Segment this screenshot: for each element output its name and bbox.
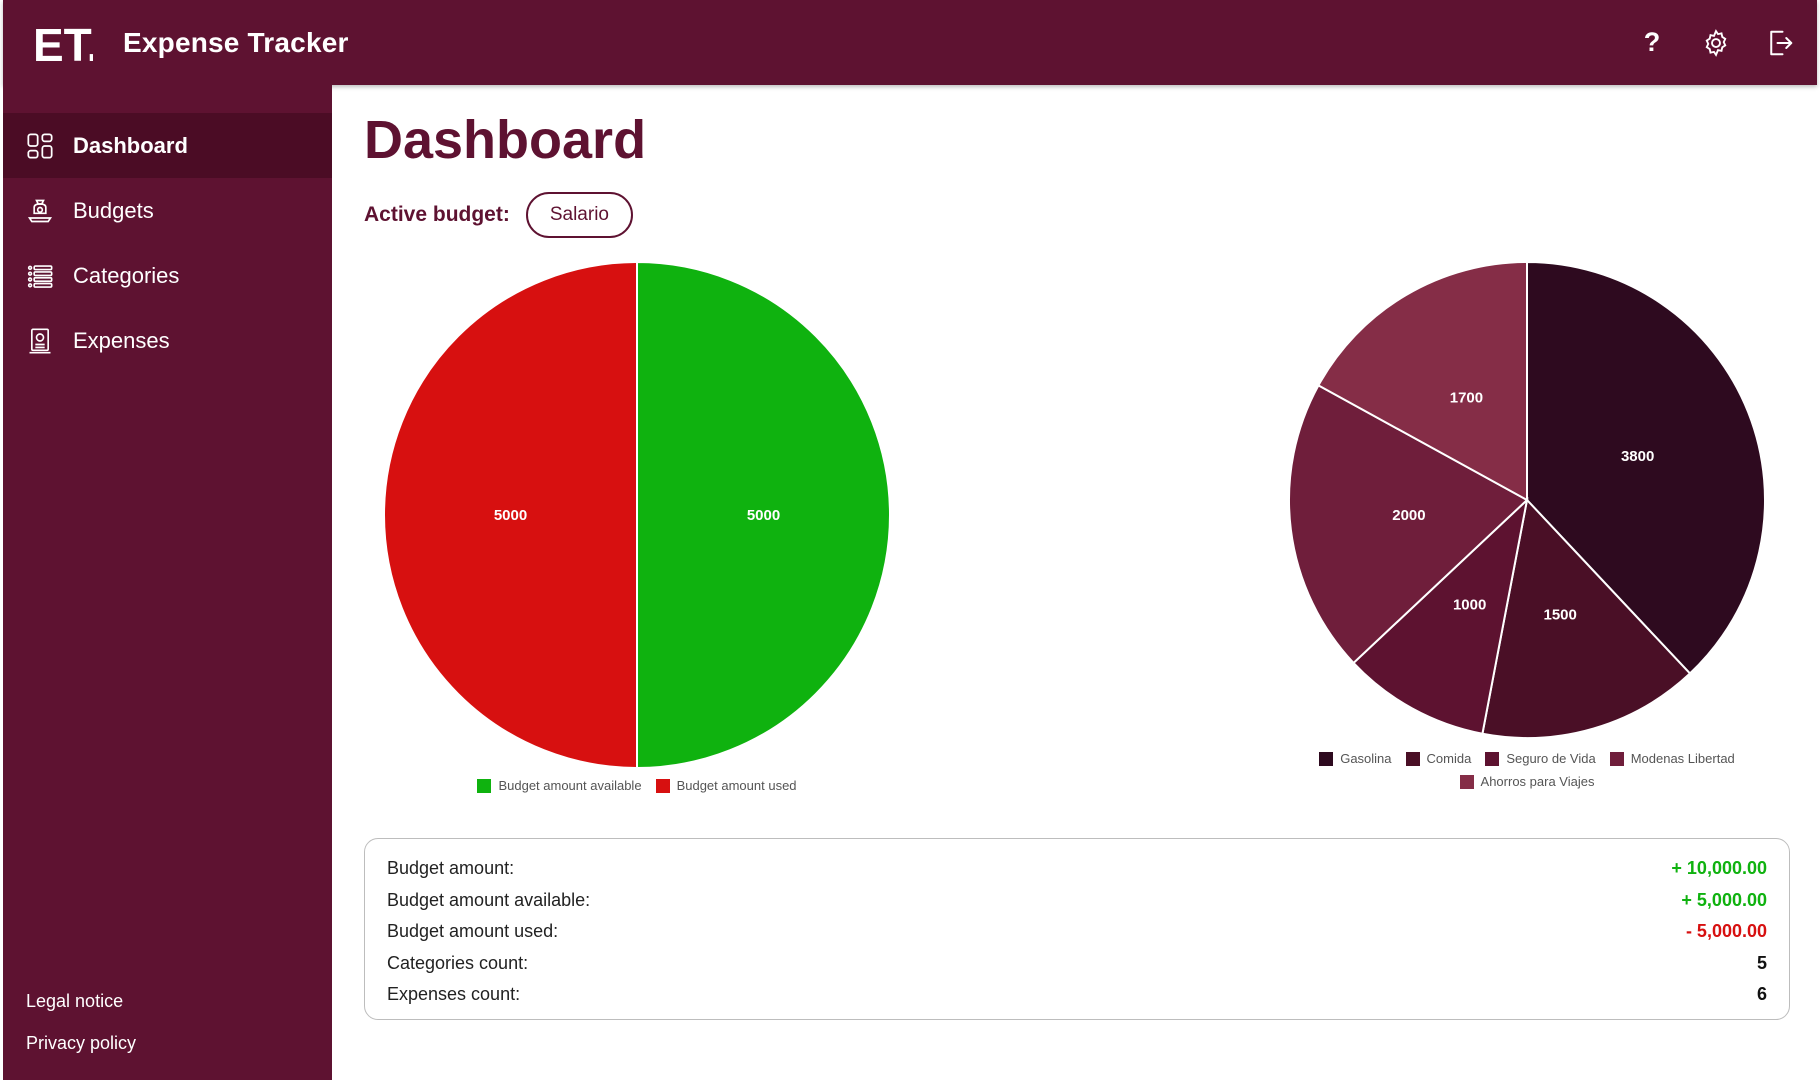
budget-pie-svg: 5000 5000 <box>383 260 891 770</box>
legend-item[interactable]: Budget amount used <box>655 778 797 793</box>
sidebar-item-label: Budgets <box>73 197 154 223</box>
legend-item[interactable]: Modenas Libertad <box>1609 751 1735 766</box>
budget-summary-panel: Budget amount: + 10,000.00 Budget amount a… <box>364 838 1790 1020</box>
legend-item[interactable]: Ahorros para Viajes <box>1459 774 1595 789</box>
pie-slice-label: 5000 <box>747 507 780 524</box>
summary-row: Categories count: 5 <box>387 948 1767 980</box>
legend-label: Modenas Libertad <box>1630 751 1735 766</box>
summary-value: 5 <box>1756 952 1767 973</box>
sidebar-item-dashboard[interactable]: Dashboard <box>3 113 332 178</box>
logout-icon <box>1770 30 1793 55</box>
summary-row: Budget amount used: - 5,000.00 <box>387 916 1767 948</box>
legend-label: Ahorros para Viajes <box>1480 774 1595 789</box>
sidebar-nav: Dashboard Budgets Categories Expenses <box>3 113 332 373</box>
pie-slice-label: 5000 <box>494 507 527 524</box>
summary-value: - 5,000.00 <box>1685 921 1767 942</box>
summary-row: Budget amount available: + 5,000.00 <box>387 885 1767 917</box>
logo-text: ET. <box>33 19 93 67</box>
legend-item[interactable]: Gasolina <box>1319 751 1392 766</box>
gear-icon <box>1705 28 1727 57</box>
help-icon: ? <box>1643 27 1661 57</box>
legend-swatch <box>477 778 492 793</box>
app-title: Expense Tracker <box>123 26 349 58</box>
sidebar-item-expenses[interactable]: Expenses <box>3 308 332 373</box>
legend-swatch <box>1459 774 1474 789</box>
pie-slice-label: 2000 <box>1392 507 1425 524</box>
legal-notice-link[interactable]: Legal notice <box>26 980 136 1022</box>
category-pie-chart: 3800 1500 1000 2000 1700 <box>1282 260 1772 750</box>
legend-item[interactable]: Budget amount available <box>477 778 642 793</box>
pie-slice-label: 1700 <box>1450 390 1483 407</box>
legend-label: Gasolina <box>1340 751 1392 766</box>
active-budget-select[interactable]: Salario <box>525 192 633 238</box>
top-bar: ET. Expense Tracker ? <box>3 0 1817 85</box>
page-title: Dashboard <box>364 110 647 170</box>
logo-mark: ET. <box>33 19 93 67</box>
list-icon <box>25 261 55 291</box>
legend-label: Budget amount available <box>498 778 642 793</box>
app-logo[interactable]: ET. <box>33 18 93 68</box>
summary-row: Expenses count: 6 <box>387 979 1767 1011</box>
category-pie-svg: 3800 1500 1000 2000 1700 <box>1288 260 1766 739</box>
pie-slice-label: 3800 <box>1621 448 1654 465</box>
legend-item[interactable]: Seguro de Vida <box>1485 751 1596 766</box>
legend-swatch <box>1609 751 1624 766</box>
sidebar-item-label: Expenses <box>73 327 170 353</box>
legend-label: Budget amount used <box>676 778 797 793</box>
dashboard-icon <box>25 131 55 161</box>
budget-icon <box>25 196 55 226</box>
privacy-policy-link[interactable]: Privacy policy <box>26 1022 136 1064</box>
category-pie-legend: Gasolina Comida Seguro de Vida Modenas Libe… <box>1282 751 1772 789</box>
sidebar-item-label: Categories <box>73 262 180 288</box>
legend-swatch <box>1319 751 1334 766</box>
sidebar: Dashboard Budgets Categories Expenses Le… <box>3 85 332 1080</box>
settings-button[interactable] <box>1699 26 1733 60</box>
legend-swatch <box>655 778 670 793</box>
help-button[interactable]: ? <box>1635 26 1669 60</box>
summary-label: Budget amount available: <box>387 889 591 910</box>
legend-item[interactable]: Comida <box>1405 751 1472 766</box>
receipt-icon <box>25 326 55 356</box>
summary-value: 6 <box>1756 984 1767 1005</box>
active-budget-row: Active budget: Salario <box>364 192 633 238</box>
sidebar-item-label: Dashboard <box>73 132 188 158</box>
sidebar-item-budgets[interactable]: Budgets <box>3 178 332 243</box>
summary-label: Budget amount: <box>387 858 515 879</box>
legend-swatch <box>1485 751 1500 766</box>
pie-slice-label: 1500 <box>1544 606 1577 623</box>
legend-swatch <box>1405 751 1420 766</box>
legend-label: Comida <box>1426 751 1472 766</box>
sidebar-footer: Legal notice Privacy policy <box>26 980 136 1064</box>
sidebar-item-categories[interactable]: Categories <box>3 243 332 308</box>
summary-label: Budget amount used: <box>387 921 559 942</box>
pie-slice-label: 1000 <box>1453 596 1486 613</box>
logout-button[interactable] <box>1763 26 1797 60</box>
budget-pie-chart: 5000 5000 <box>382 260 892 770</box>
budget-pie-legend: Budget amount available Budget amount use… <box>382 778 892 793</box>
active-budget-label: Active budget: <box>364 203 510 226</box>
main-content: Dashboard Active budget: Salario 5000 500… <box>332 85 1820 1080</box>
summary-value: + 10,000.00 <box>1671 858 1767 879</box>
summary-value: + 5,000.00 <box>1681 889 1767 910</box>
summary-label: Categories count: <box>387 952 529 973</box>
summary-label: Expenses count: <box>387 984 521 1005</box>
summary-row: Budget amount: + 10,000.00 <box>387 853 1767 885</box>
legend-label: Seguro de Vida <box>1506 751 1596 766</box>
